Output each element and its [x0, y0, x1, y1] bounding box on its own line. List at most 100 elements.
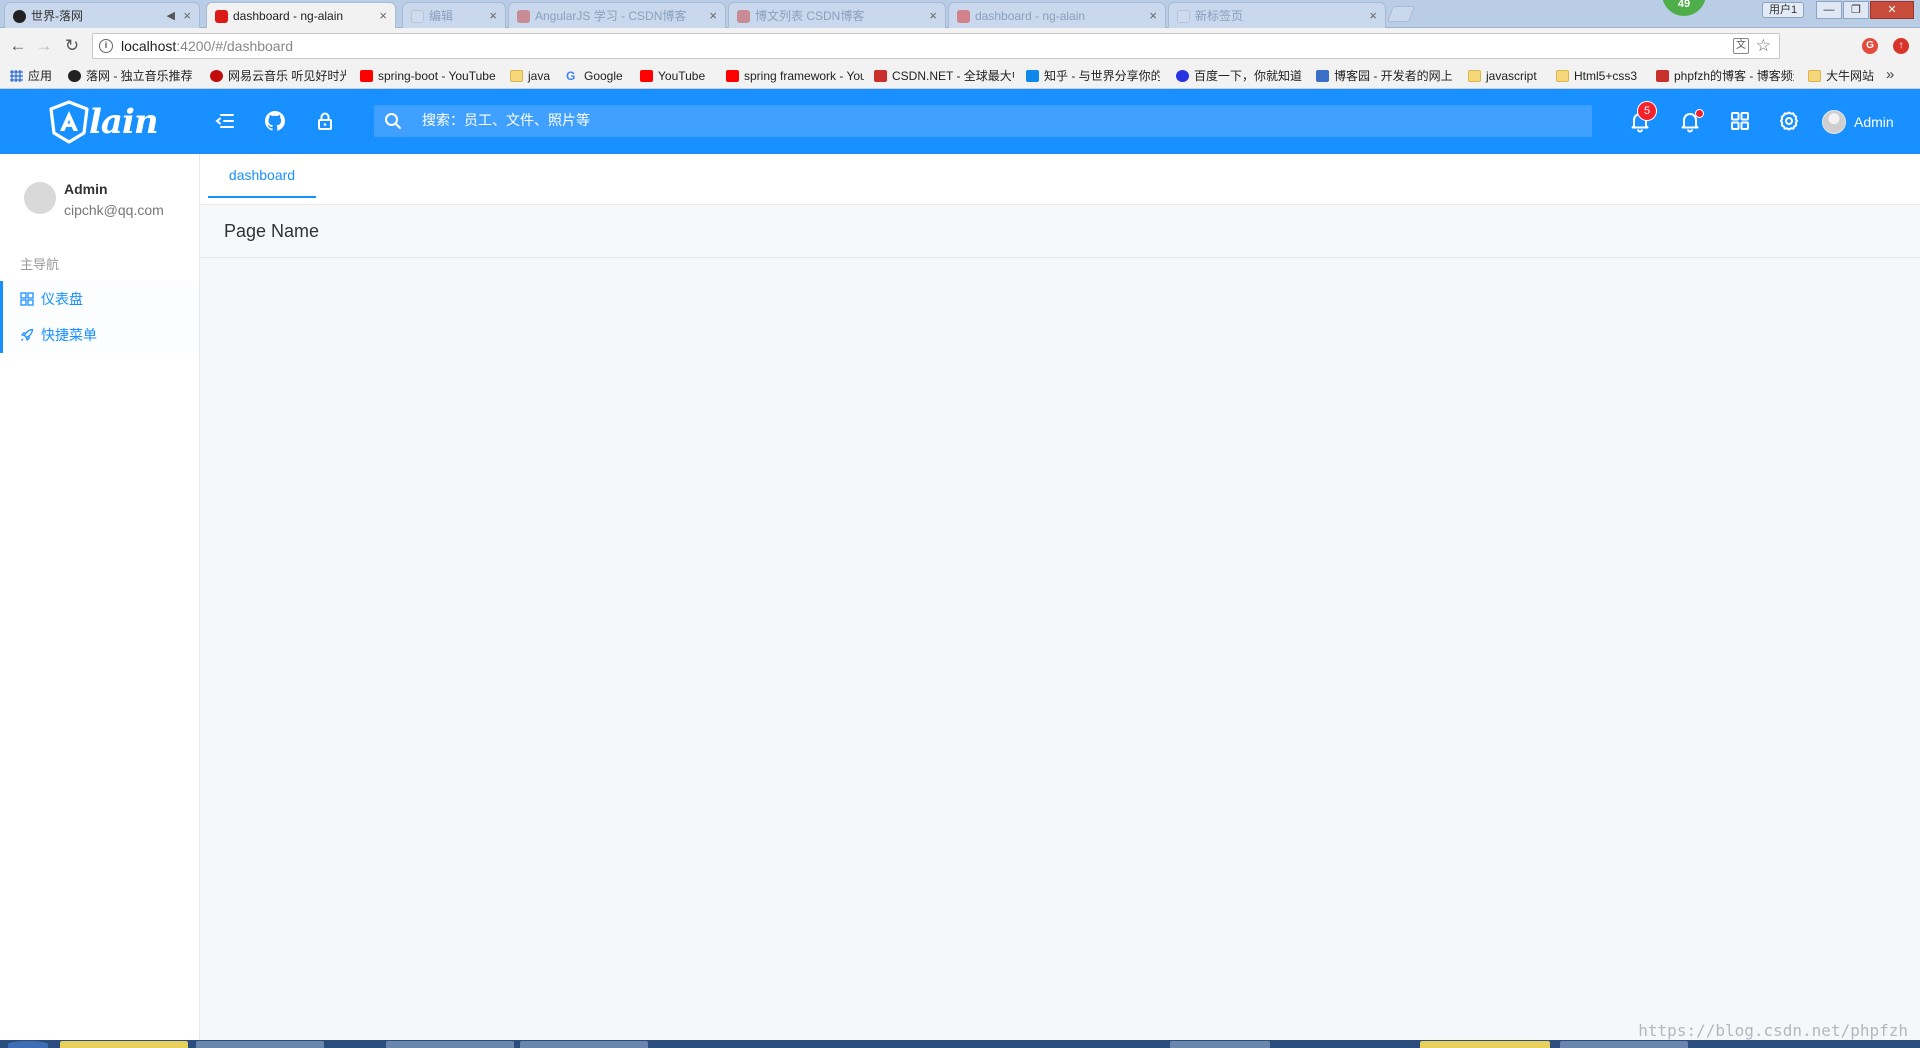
star-icon[interactable]: ☆: [1756, 35, 1771, 57]
bookmark-label: 应用: [28, 69, 53, 83]
window-close-button[interactable]: ✕: [1870, 1, 1914, 19]
counter-badge: 49: [1662, 0, 1706, 16]
speaker-icon: ◀: [166, 10, 175, 22]
restore-button[interactable]: ❐: [1843, 1, 1869, 19]
bookmark-item[interactable]: YouTube: [640, 64, 716, 88]
taskbar-app[interactable]: [1170, 1041, 1270, 1048]
close-icon[interactable]: ×: [489, 3, 497, 28]
search-input[interactable]: [422, 105, 1522, 137]
bookmark-item[interactable]: spring-boot - YouTube: [360, 64, 496, 88]
main-content: dashboard Page Name https://blog.csdn.ne…: [200, 154, 1920, 1048]
unread-dot: [1696, 110, 1703, 117]
app-header: lain 5 Admin: [0, 89, 1920, 154]
browser-tab[interactable]: AngularJS 学习 - CSDN博客 ×: [508, 2, 726, 28]
page-title: Page Name: [224, 221, 320, 241]
app-switcher-button[interactable]: [1728, 109, 1752, 133]
sidebar-item-shortcut[interactable]: 快捷菜单: [0, 317, 199, 353]
header-user-name[interactable]: Admin: [1854, 109, 1894, 135]
close-icon[interactable]: ×: [379, 3, 387, 28]
close-icon[interactable]: ×: [183, 3, 191, 28]
bookmark-apps[interactable]: 应用: [10, 64, 60, 88]
bookmark-folder[interactable]: Html5+css3: [1556, 64, 1644, 88]
bookmark-folder[interactable]: java: [510, 64, 556, 88]
bookmarks-more-button[interactable]: »: [1886, 64, 1894, 86]
luoo-icon: [68, 70, 81, 82]
rocket-icon: [21, 328, 34, 341]
taskbar-app[interactable]: [60, 1041, 188, 1048]
bookmark-item[interactable]: 百度一下，你就知道: [1176, 64, 1306, 88]
close-icon[interactable]: ×: [1149, 3, 1157, 28]
taskbar-app[interactable]: [1560, 1041, 1688, 1048]
github-button[interactable]: [263, 109, 287, 133]
browser-tab[interactable]: 世界-落网 ◀ ×: [4, 2, 200, 28]
browser-tab-label: 编辑: [429, 9, 454, 23]
extension-icon[interactable]: G: [1862, 38, 1878, 54]
browser-tab-label: 世界-落网: [31, 9, 83, 23]
bookmark-label: Google: [584, 69, 623, 83]
taskbar-app[interactable]: [196, 1041, 324, 1048]
folder-icon: [510, 70, 523, 82]
page-icon: [1177, 10, 1190, 23]
bookmark-item[interactable]: 知乎 - 与世界分享你的知识: [1026, 64, 1160, 88]
browser-tab-label: 博文列表 CSDN博客: [755, 9, 865, 23]
notice-count-badge: 5: [1638, 102, 1656, 120]
taskbar-app[interactable]: [520, 1041, 648, 1048]
taskbar-app[interactable]: [386, 1041, 514, 1048]
avatar[interactable]: [24, 182, 56, 214]
new-tab-button[interactable]: [1387, 6, 1415, 22]
lock-button[interactable]: [313, 109, 337, 133]
bookmark-item[interactable]: 博客园 - 开发者的网上家园: [1316, 64, 1452, 88]
gear-icon: [1780, 111, 1798, 131]
avatar[interactable]: [1822, 110, 1846, 134]
back-button[interactable]: ←: [8, 36, 28, 56]
close-icon[interactable]: ×: [929, 3, 937, 28]
profile-button[interactable]: 用户1: [1762, 2, 1805, 18]
browser-tab[interactable]: 编辑 ×: [402, 2, 506, 28]
sidebar-item-label: 仪表盘: [41, 291, 83, 307]
info-icon[interactable]: i: [99, 39, 113, 53]
url-field[interactable]: i localhost:4200/#/dashboard 文 ☆: [92, 33, 1780, 59]
url-path: :4200/#/dashboard: [176, 38, 294, 54]
bookmark-label: 知乎 - 与世界分享你的知识: [1044, 69, 1160, 83]
bookmark-folder[interactable]: javascript: [1468, 64, 1546, 88]
page-icon: [411, 10, 424, 23]
browser-tab[interactable]: 新标签页 ×: [1168, 2, 1386, 28]
taskbar-app[interactable]: [1420, 1041, 1550, 1048]
close-icon[interactable]: ×: [709, 3, 717, 28]
header-search[interactable]: [374, 105, 1592, 137]
bookmark-label: 博客园 - 开发者的网上家园: [1334, 69, 1452, 83]
bookmark-folder[interactable]: 大牛网站: [1808, 64, 1882, 88]
url-text[interactable]: localhost:4200/#/dashboard: [121, 34, 293, 58]
csdn-icon: [517, 10, 530, 23]
google-icon: G: [566, 69, 576, 83]
menu-toggle-button[interactable]: [213, 109, 237, 133]
translate-icon[interactable]: 文: [1733, 38, 1749, 54]
browser-tab-active[interactable]: dashboard - ng-alain ×: [206, 2, 396, 28]
angular-icon: [957, 10, 970, 23]
menu-fold-icon: [215, 114, 234, 128]
start-button[interactable]: [8, 1041, 48, 1048]
browser-tab[interactable]: dashboard - ng-alain ×: [948, 2, 1166, 28]
settings-button[interactable]: [1777, 109, 1801, 133]
app-brand: lain: [89, 102, 159, 142]
bookmark-item[interactable]: G Google: [566, 64, 632, 88]
reuse-tab-bar: dashboard: [200, 154, 1920, 205]
minimize-button[interactable]: —: [1816, 1, 1842, 19]
bookmark-item[interactable]: CSDN.NET - 全球最大中文IT社区: [874, 64, 1014, 88]
sidebar-user-email: cipchk@qq.com: [64, 202, 164, 218]
close-icon[interactable]: ×: [1369, 3, 1377, 28]
bookmark-item[interactable]: 落网 - 独立音乐推荐: [68, 64, 198, 88]
bookmark-label: javascript: [1486, 69, 1537, 83]
bookmark-label: Html5+css3: [1574, 69, 1638, 83]
reload-button[interactable]: ↻: [62, 36, 82, 56]
bookmark-item[interactable]: 网易云音乐 听见好时光: [210, 64, 346, 88]
bookmark-item[interactable]: spring framework - YouTube: [726, 64, 864, 88]
browser-tab[interactable]: 博文列表 CSDN博客 ×: [728, 2, 946, 28]
bookmark-label: spring-boot - YouTube: [378, 69, 496, 83]
tab-dashboard[interactable]: dashboard: [208, 154, 316, 198]
bookmark-item[interactable]: phpfzh的博客 - 博客频道: [1656, 64, 1794, 88]
extension-icon[interactable]: ↑: [1893, 38, 1909, 54]
forward-button[interactable]: →: [34, 36, 54, 56]
sidebar-item-dashboard[interactable]: 仪表盘: [0, 281, 199, 317]
cnblogs-icon: [1316, 70, 1329, 82]
